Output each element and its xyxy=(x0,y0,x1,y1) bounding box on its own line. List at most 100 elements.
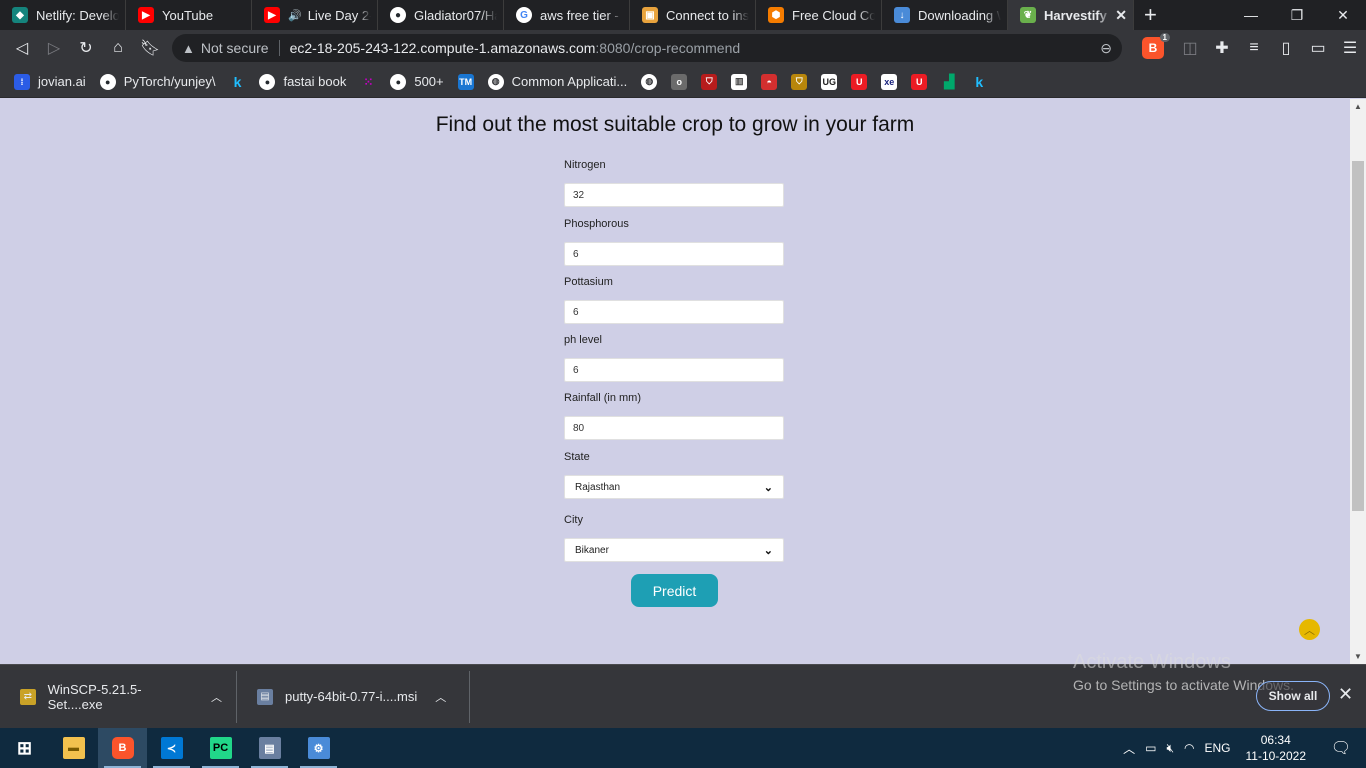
tab-live-day[interactable]: ▶ 🔊 Live Day 2- D xyxy=(252,0,378,30)
ph-input[interactable] xyxy=(564,358,784,382)
bookmark-globe[interactable]: ◍ xyxy=(641,73,658,90)
taskbar-app-5[interactable]: ▤ xyxy=(245,728,294,768)
rainfall-label: Rainfall (in mm) xyxy=(564,392,642,404)
security-status[interactable]: Not secure xyxy=(201,40,269,56)
bookmark-shield[interactable]: ⛉ xyxy=(701,73,718,90)
wifi-icon[interactable]: ◠ xyxy=(1184,741,1194,755)
scroll-down-arrow-icon[interactable]: ▼ xyxy=(1350,652,1366,661)
home-button[interactable]: ⌂ xyxy=(102,30,134,66)
start-button[interactable]: ⊞ xyxy=(0,728,49,768)
cube-icon: ⬢ xyxy=(768,7,784,23)
playlist-icon[interactable]: ≡ xyxy=(1238,30,1270,66)
putty-icon: ▤ xyxy=(257,688,273,705)
state-select[interactable]: Rajasthan ⌄ xyxy=(564,475,784,499)
restore-button[interactable]: ❐ xyxy=(1274,0,1320,30)
windows-taskbar: ⊞ ▬ B ≺ PC ▤ ⚙ ︿ ▭ 🔇︎ ◠ ENG 06:34 11-10- xyxy=(0,728,1366,768)
tab-harvestify[interactable]: ❦ Harvestify - C ✕ xyxy=(1008,0,1134,30)
system-tray: ︿ ▭ 🔇︎ ◠ ENG 06:34 11-10-2022 🗨︎ xyxy=(1118,728,1366,768)
bookmark-udemy-2[interactable]: U xyxy=(911,73,928,90)
bookmark-label: fastai book xyxy=(283,74,347,89)
download-item-winscp[interactable]: ⇄ WinSCP-5.21.5-Set....exe ︿ xyxy=(0,670,237,723)
pottasium-input[interactable] xyxy=(564,300,784,324)
taskbar-app-6[interactable]: ⚙ xyxy=(294,728,343,768)
state-selected-value: Rajasthan xyxy=(575,481,621,493)
bookmark-helmet[interactable]: ◓ xyxy=(761,73,778,90)
extensions-icon[interactable]: ✚ xyxy=(1206,30,1238,66)
back-button[interactable]: ◁ xyxy=(6,30,38,66)
language-indicator[interactable]: ENG xyxy=(1204,741,1230,755)
ph-label: ph level xyxy=(564,334,602,346)
crest-icon: ⛉ xyxy=(791,73,808,90)
show-all-downloads-button[interactable]: Show all xyxy=(1256,681,1330,711)
page-scrollbar[interactable]: ▲ ▼ xyxy=(1350,99,1366,664)
bookmark-jovian[interactable]: ⁞ jovian.ai xyxy=(14,73,86,90)
tab-youtube[interactable]: ▶ YouTube xyxy=(126,0,252,30)
chevron-up-icon[interactable]: ︿ xyxy=(211,689,222,705)
chart-icon: ▟ xyxy=(944,73,955,89)
reload-button[interactable]: ↻ xyxy=(70,30,102,66)
bookmark-chart[interactable]: ▟ xyxy=(941,74,957,90)
bookmark-owl[interactable]: o xyxy=(671,73,688,90)
bookmark-crest[interactable]: ⛉ xyxy=(791,73,808,90)
taskbar-file-explorer[interactable]: ▬ xyxy=(49,728,98,768)
new-tab-button[interactable]: + xyxy=(1134,0,1167,30)
speaker-icon[interactable]: 🔊 xyxy=(288,9,302,22)
sidebar-icon[interactable]: ▯ xyxy=(1270,30,1302,66)
chevron-up-icon[interactable]: ︿ xyxy=(435,689,446,705)
bookmark-ug[interactable]: UG xyxy=(821,73,838,90)
nitrogen-input[interactable] xyxy=(564,183,784,207)
phosphorous-input[interactable] xyxy=(564,242,784,266)
tab-free-cloud[interactable]: ⬢ Free Cloud Comp xyxy=(756,0,882,30)
url-host: ec2-18-205-243-122.compute-1.amazonaws.c… xyxy=(289,40,596,56)
download-item-putty[interactable]: ▤ putty-64bit-0.77-i....msi ︿ xyxy=(237,670,470,723)
close-tab-icon[interactable]: ✕ xyxy=(1115,7,1127,24)
clock[interactable]: 06:34 11-10-2022 xyxy=(1246,732,1307,764)
volume-muted-icon[interactable]: 🔇︎ xyxy=(1166,741,1174,756)
youtube-icon: ▶ xyxy=(138,7,154,23)
bookmark-fastai[interactable]: ● fastai book xyxy=(259,73,347,90)
tab-netlify[interactable]: ◆ Netlify: Develop xyxy=(0,0,126,30)
address-bar[interactable]: ▲ Not secure ec2-18-205-243-122.compute-… xyxy=(172,34,1122,62)
tab-label: Gladiator07/Harv xyxy=(414,7,497,23)
bookmark-button[interactable]: 🔖︎ xyxy=(134,30,166,66)
rainfall-input[interactable] xyxy=(564,416,784,440)
tray-overflow-icon[interactable]: ︿ xyxy=(1123,740,1135,757)
close-window-button[interactable]: ✕ xyxy=(1320,0,1366,30)
warning-icon[interactable]: ▲ xyxy=(182,41,195,56)
tab-aws-connect[interactable]: ▣ Connect to instan xyxy=(630,0,756,30)
bookmark-500[interactable]: ● 500+ xyxy=(390,73,444,90)
notification-center-icon[interactable]: 🗨︎ xyxy=(1321,738,1361,758)
menu-icon[interactable]: ☰ xyxy=(1334,30,1366,66)
bookmark-tm[interactable]: TM xyxy=(457,73,474,90)
rewards-icon[interactable]: ◫ xyxy=(1174,30,1206,66)
tab-downloading[interactable]: ↓ Downloading Wi xyxy=(882,0,1008,30)
minimize-button[interactable]: — xyxy=(1228,0,1274,30)
zoom-icon[interactable]: ⊖ xyxy=(1100,40,1112,57)
tab-google[interactable]: G aws free tier - Go xyxy=(504,0,630,30)
tab-label: Free Cloud Comp xyxy=(792,7,875,23)
bookmark-kaggle-2[interactable]: k xyxy=(971,74,987,90)
taskbar-pycharm[interactable]: PC xyxy=(196,728,245,768)
bookmark-common-applications[interactable]: ◍ Common Applicati... xyxy=(487,73,627,90)
taskbar-vscode[interactable]: ≺ xyxy=(147,728,196,768)
scroll-up-arrow-icon[interactable]: ▲ xyxy=(1350,102,1366,111)
city-select[interactable]: Bikaner ⌄ xyxy=(564,538,784,562)
bank-icon: ▥ xyxy=(731,73,748,90)
bookmark-kaggle[interactable]: k xyxy=(229,74,245,90)
scroll-to-top-button[interactable]: ︿ xyxy=(1299,619,1320,640)
predict-button[interactable]: Predict xyxy=(631,574,718,607)
bookmark-dots[interactable]: ⁙ xyxy=(360,74,376,90)
scrollbar-thumb[interactable] xyxy=(1352,161,1364,511)
taskbar-brave[interactable]: B xyxy=(98,728,147,768)
bookmark-pytorch[interactable]: ● PyTorch/yunjey\ xyxy=(99,73,215,90)
forward-button[interactable]: ▷ xyxy=(38,30,70,66)
battery-icon[interactable]: ▭ xyxy=(1145,741,1156,755)
bookmark-bank[interactable]: ▥ xyxy=(731,73,748,90)
bookmark-udemy[interactable]: U xyxy=(851,73,868,90)
wallet-icon[interactable]: ▭ xyxy=(1302,30,1334,66)
github-icon: ● xyxy=(259,73,276,90)
brave-shields-button[interactable]: B 1 xyxy=(1142,33,1170,59)
bookmark-xe[interactable]: xe xyxy=(881,73,898,90)
tab-github[interactable]: ● Gladiator07/Harv xyxy=(378,0,504,30)
close-downloads-icon[interactable]: ✕ xyxy=(1338,684,1353,705)
